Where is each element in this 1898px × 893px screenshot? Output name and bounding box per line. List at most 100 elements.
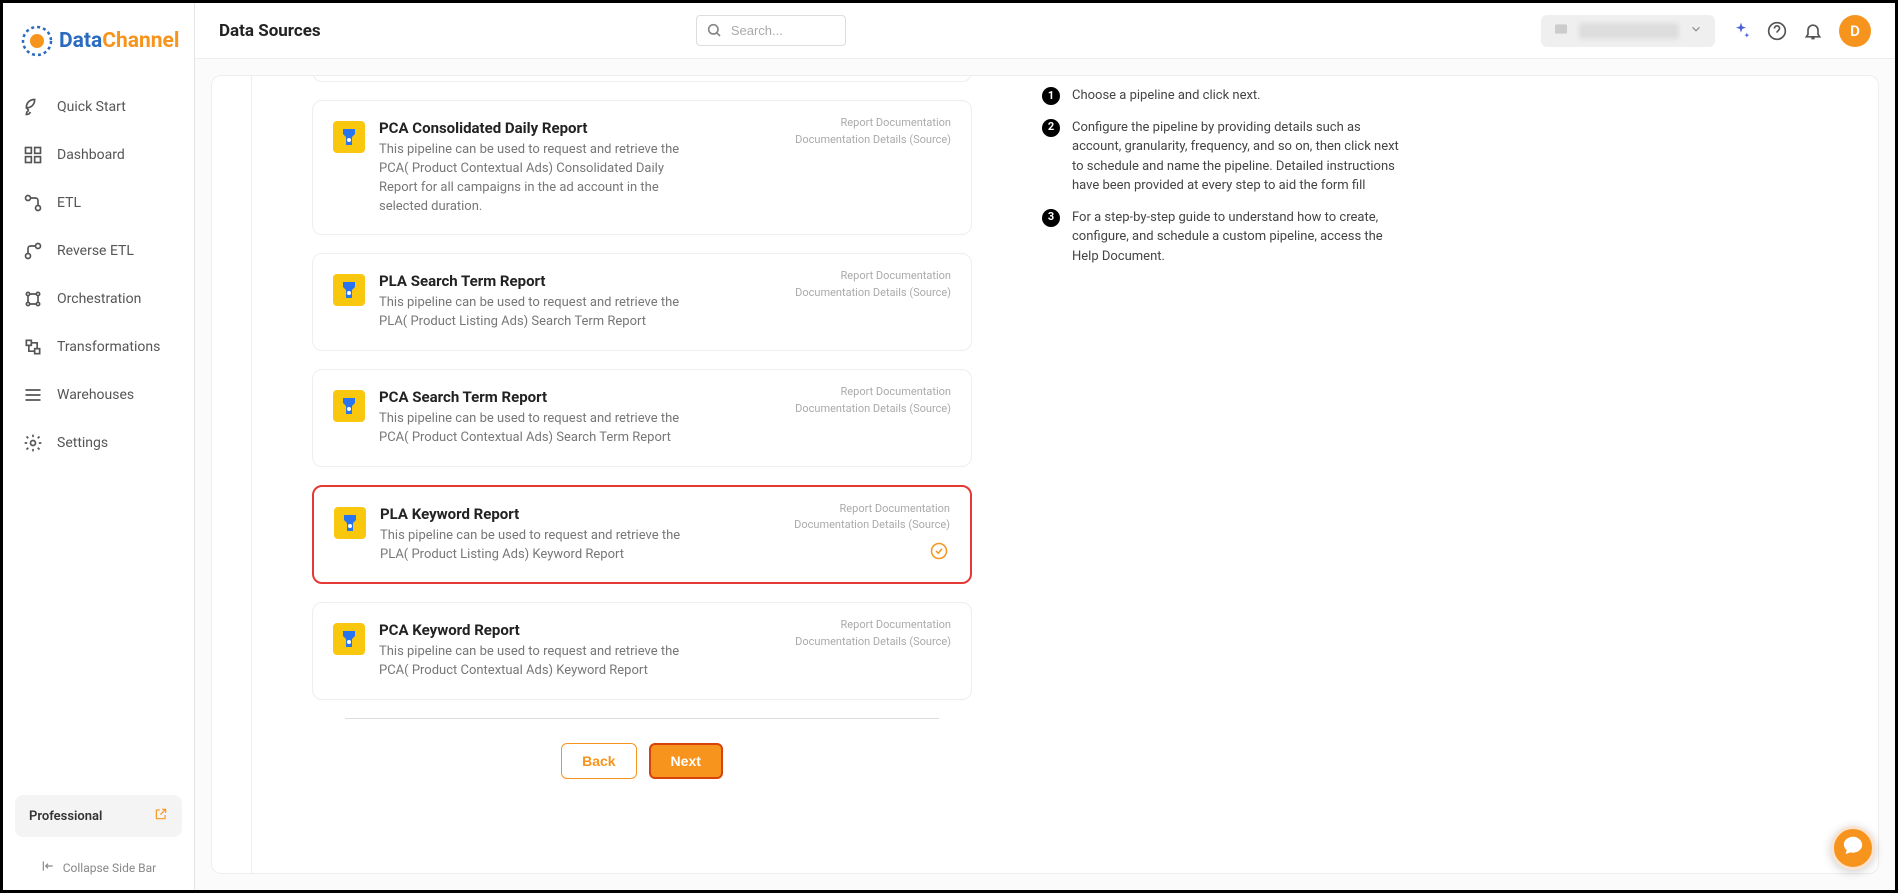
warehouse-icon <box>23 385 43 405</box>
help-icon[interactable] <box>1767 21 1787 41</box>
report-doc-link[interactable]: Report Documentation <box>795 617 951 634</box>
report-doc-link[interactable]: Report Documentation <box>795 115 951 132</box>
rocket-icon <box>23 97 43 117</box>
step-number: 1 <box>1042 87 1060 105</box>
nav-dashboard[interactable]: Dashboard <box>3 131 194 179</box>
report-card[interactable]: PCA Search Term Report This pipeline can… <box>312 369 972 467</box>
grid-icon <box>23 145 43 165</box>
report-links: Report Documentation Documentation Detai… <box>795 617 951 650</box>
orchestration-icon <box>23 289 43 309</box>
report-card[interactable]: PCA Keyword Report This pipeline can be … <box>312 602 972 700</box>
collapse-sidebar[interactable]: Collapse Side Bar <box>3 849 194 890</box>
report-doc-link[interactable]: Report Documentation <box>795 268 951 285</box>
report-list: PCA Consolidated Daily Report This pipel… <box>312 76 972 849</box>
step-number: 2 <box>1042 119 1060 137</box>
report-desc: This pipeline can be used to request and… <box>379 643 699 681</box>
nav-label: Settings <box>57 435 108 451</box>
nav-label: Orchestration <box>57 291 141 307</box>
nav-label: Reverse ETL <box>57 243 134 259</box>
workspace-selector[interactable] <box>1541 15 1715 47</box>
nav-label: Warehouses <box>57 387 134 403</box>
search-box <box>696 15 846 46</box>
source-icon <box>334 507 366 539</box>
reverse-flow-icon <box>23 241 43 261</box>
step-text: Configure the pipeline by providing deta… <box>1072 118 1412 196</box>
divider <box>345 718 939 719</box>
transform-icon <box>23 337 43 357</box>
report-links: Report Documentation Documentation Detai… <box>795 384 951 417</box>
report-doc-details-link[interactable]: Documentation Details (Source) <box>795 132 951 149</box>
check-circle-icon <box>930 542 948 564</box>
source-icon <box>333 390 365 422</box>
sparkle-icon[interactable] <box>1731 21 1751 41</box>
left-gutter <box>211 75 251 874</box>
nav-label: Transformations <box>57 339 160 355</box>
chat-icon <box>1842 834 1864 862</box>
brand-logo[interactable]: DataChannel <box>3 3 194 75</box>
nav-list: Quick Start Dashboard ETL Reverse ETL Or… <box>3 75 194 795</box>
page-title: Data Sources <box>219 21 321 41</box>
help-column: 1 Choose a pipeline and click next. 2 Co… <box>972 76 1412 849</box>
collapse-label: Collapse Side Bar <box>63 861 157 875</box>
nav-warehouses[interactable]: Warehouses <box>3 371 194 419</box>
workspace-icon <box>1553 21 1569 41</box>
report-card[interactable]: PCA Consolidated Daily Report This pipel… <box>312 100 972 235</box>
help-step: 2 Configure the pipeline by providing de… <box>1042 118 1412 196</box>
report-desc: This pipeline can be used to request and… <box>379 294 699 332</box>
nav-orchestration[interactable]: Orchestration <box>3 275 194 323</box>
sidebar: DataChannel Quick Start Dashboard ETL Re… <box>3 3 195 890</box>
report-doc-link[interactable]: Report Documentation <box>795 384 951 401</box>
top-right-controls: D <box>1541 15 1871 47</box>
plan-card[interactable]: Professional <box>15 795 182 837</box>
help-step: 1 Choose a pipeline and click next. <box>1042 86 1412 106</box>
collapse-icon <box>41 859 55 876</box>
bell-icon[interactable] <box>1803 21 1823 41</box>
source-icon <box>333 623 365 655</box>
step-text: Choose a pipeline and click next. <box>1072 86 1261 106</box>
report-card-prev[interactable] <box>312 75 972 82</box>
next-button[interactable]: Next <box>649 743 723 779</box>
avatar[interactable]: D <box>1839 15 1871 47</box>
report-desc: This pipeline can be used to request and… <box>379 141 699 216</box>
report-links: Report Documentation Documentation Detai… <box>795 268 951 301</box>
report-links: Report Documentation Documentation Detai… <box>794 501 950 534</box>
report-doc-details-link[interactable]: Documentation Details (Source) <box>794 517 950 534</box>
nav-reverse-etl[interactable]: Reverse ETL <box>3 227 194 275</box>
nav-label: ETL <box>57 195 81 211</box>
nav-transformations[interactable]: Transformations <box>3 323 194 371</box>
logo-mark-icon <box>21 25 53 57</box>
help-step: 3 For a step-by-step guide to understand… <box>1042 208 1412 267</box>
gear-icon <box>23 433 43 453</box>
logo-text: DataChannel <box>59 29 179 53</box>
report-doc-details-link[interactable]: Documentation Details (Source) <box>795 634 951 651</box>
report-card[interactable]: PLA Search Term Report This pipeline can… <box>312 253 972 351</box>
plan-label: Professional <box>29 809 102 824</box>
nav-settings[interactable]: Settings <box>3 419 194 467</box>
nav-etl[interactable]: ETL <box>3 179 194 227</box>
external-link-icon <box>154 807 168 825</box>
step-text: For a step-by-step guide to understand h… <box>1072 208 1412 267</box>
report-doc-link[interactable]: Report Documentation <box>794 501 950 518</box>
workspace-name-blurred <box>1579 23 1679 39</box>
report-desc: This pipeline can be used to request and… <box>379 410 699 448</box>
source-icon <box>333 121 365 153</box>
nav-label: Dashboard <box>57 147 125 163</box>
nav-quick-start[interactable]: Quick Start <box>3 83 194 131</box>
footer-buttons: Back Next <box>312 743 972 779</box>
topbar: Data Sources D <box>195 3 1895 59</box>
report-doc-details-link[interactable]: Documentation Details (Source) <box>795 401 951 418</box>
chevron-down-icon <box>1689 21 1703 40</box>
chat-fab[interactable] <box>1831 826 1875 870</box>
report-desc: This pipeline can be used to request and… <box>380 527 700 565</box>
report-doc-details-link[interactable]: Documentation Details (Source) <box>795 285 951 302</box>
report-card-selected[interactable]: PLA Keyword Report This pipeline can be … <box>312 485 972 585</box>
flow-icon <box>23 193 43 213</box>
source-icon <box>333 274 365 306</box>
search-icon <box>706 22 722 42</box>
main: Data Sources D <box>195 3 1895 890</box>
report-links: Report Documentation Documentation Detai… <box>795 115 951 148</box>
content-panel: PCA Consolidated Daily Report This pipel… <box>195 59 1895 890</box>
step-number: 3 <box>1042 209 1060 227</box>
nav-label: Quick Start <box>57 99 126 115</box>
back-button[interactable]: Back <box>561 743 636 779</box>
